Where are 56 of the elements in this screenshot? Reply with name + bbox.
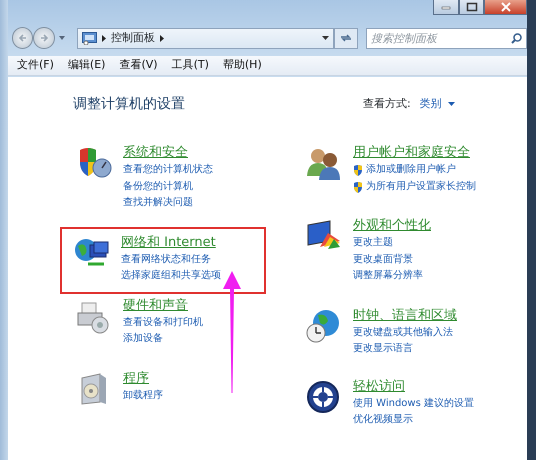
- view-by-label: 查看方式:: [363, 96, 411, 112]
- globe-clock-icon[interactable]: [306, 308, 342, 344]
- breadcrumb-item[interactable]: 控制面板: [110, 30, 155, 46]
- refresh-button[interactable]: [334, 28, 358, 48]
- task-link[interactable]: 选择家庭组和共享选项: [121, 268, 221, 284]
- category-title[interactable]: 时钟、语言和区域: [353, 306, 457, 324]
- category-title[interactable]: 系统和安全: [123, 144, 213, 162]
- category-title[interactable]: 轻松访问: [353, 378, 474, 396]
- category-title[interactable]: 外观和个性化: [353, 217, 431, 235]
- task-link[interactable]: 更改键盘或其他输入法: [353, 324, 457, 341]
- close-icon: [498, 1, 512, 13]
- search-field[interactable]: 搜索控制面板: [366, 28, 527, 48]
- maximize-icon: [464, 1, 478, 13]
- task-link[interactable]: 更改桌面背景: [353, 252, 431, 268]
- minimize-button[interactable]: [433, 0, 459, 15]
- category-title[interactable]: 程序: [123, 370, 163, 388]
- chevron-icon: [102, 34, 106, 42]
- back-arrow-icon: [18, 33, 28, 43]
- address-bar[interactable]: 控制面板: [76, 28, 334, 48]
- dropdown-arrow-icon[interactable]: [322, 36, 330, 40]
- maximize-button[interactable]: [459, 0, 484, 15]
- task-link[interactable]: 查看网络状态和任务: [121, 252, 221, 268]
- category-title[interactable]: 硬件和声音: [123, 296, 203, 314]
- chevron-icon[interactable]: [160, 34, 164, 42]
- task-link[interactable]: 调整屏幕分辨率: [353, 268, 431, 284]
- task-link[interactable]: 卸载程序: [123, 388, 163, 404]
- refresh-icon: [340, 33, 352, 43]
- task-link[interactable]: 优化视频显示: [353, 412, 474, 428]
- task-link[interactable]: 使用 Windows 建议的设置: [353, 396, 474, 412]
- view-by-dropdown[interactable]: 类别: [420, 96, 455, 112]
- task-link[interactable]: 为所有用户设置家长控制: [353, 178, 476, 195]
- close-button[interactable]: [484, 0, 527, 15]
- menu-item[interactable]: 查看(V): [119, 57, 158, 74]
- task-link[interactable]: 查看设备和打印机: [123, 314, 203, 331]
- forward-button[interactable]: [33, 27, 55, 49]
- task-link[interactable]: 查找并解决问题: [123, 195, 213, 212]
- menu-item[interactable]: 帮助(H): [222, 57, 262, 74]
- task-link[interactable]: 更改主题: [353, 235, 431, 252]
- page-heading: 调整计算机的设置: [73, 95, 185, 114]
- two-people-icon[interactable]: [306, 146, 342, 182]
- dropdown-arrow-icon: [448, 102, 455, 106]
- task-link[interactable]: 更改显示语言: [353, 341, 457, 358]
- control-panel-icon: [82, 32, 97, 44]
- category-title[interactable]: 网络和 Internet: [121, 234, 221, 252]
- category-title[interactable]: 用户帐户和家庭安全: [353, 144, 476, 162]
- menu-item[interactable]: 文件(F): [17, 57, 54, 74]
- menu-item[interactable]: 工具(T): [172, 57, 209, 74]
- menu-item[interactable]: 编辑(E): [68, 57, 106, 74]
- accessibility-dial-icon[interactable]: [306, 380, 342, 416]
- task-link[interactable]: 添加设备: [123, 331, 203, 348]
- task-link[interactable]: 查看您的计算机状态: [123, 162, 213, 178]
- forward-arrow-icon: [39, 33, 50, 43]
- task-link[interactable]: 备份您的计算机: [123, 178, 213, 195]
- task-link[interactable]: 添加或删除用户帐户: [353, 162, 476, 178]
- back-button[interactable]: [12, 27, 34, 49]
- search-icon: [511, 32, 522, 44]
